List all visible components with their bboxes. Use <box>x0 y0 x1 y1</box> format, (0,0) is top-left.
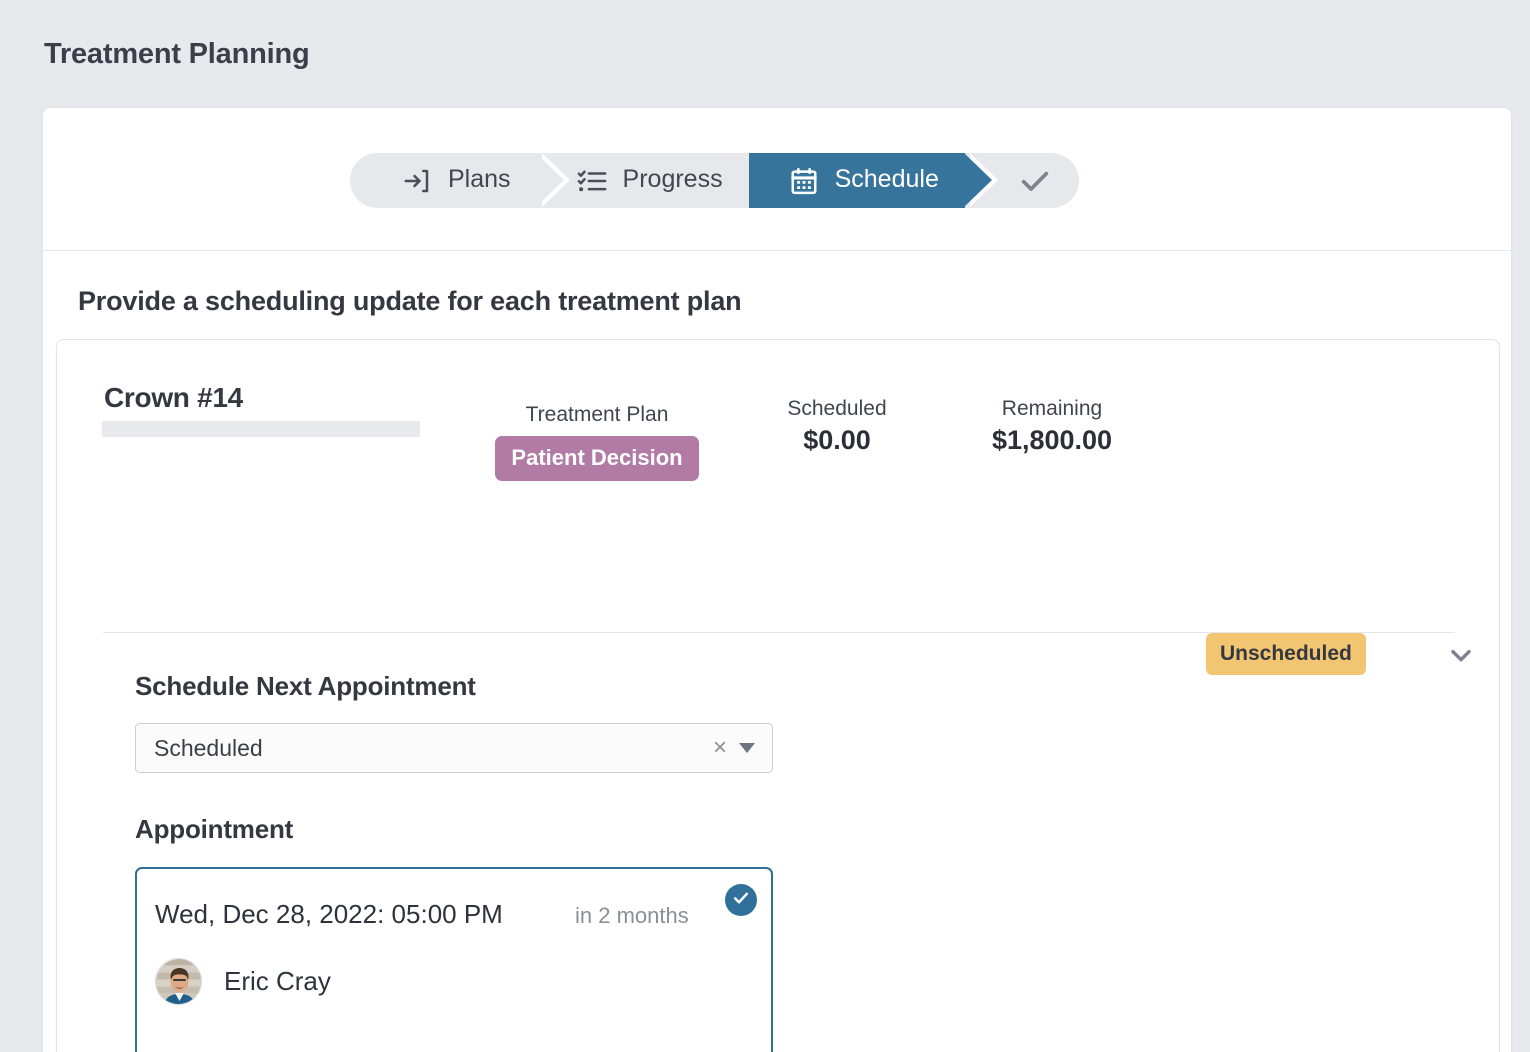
schedule-next-appointment-field: Schedule Next Appointment Scheduled × <box>135 671 773 773</box>
appointment-relative-time: in 2 months <box>575 903 689 928</box>
appointment-provider: Eric Cray <box>155 958 331 1005</box>
progress-stepper: Plans Progress Schedule <box>350 153 1079 208</box>
plan-header-row[interactable]: Crown #14 Treatment Plan Patient Decisio… <box>57 340 1499 525</box>
avatar <box>155 958 202 1005</box>
appointment-datetime: Wed, Dec 28, 2022: 05:00 PM <box>155 899 503 929</box>
plan-name: Crown #14 <box>104 382 243 413</box>
plan-name-placeholder-bar <box>102 421 420 437</box>
schedule-next-appointment-select[interactable]: Scheduled × <box>135 723 773 773</box>
remaining-metric: Remaining $1,800.00 <box>922 396 1182 458</box>
appointment-card[interactable]: Wed, Dec 28, 2022: 05:00 PM in 2 months <box>135 867 773 1052</box>
plan-divider <box>103 632 1455 633</box>
step-schedule[interactable]: Schedule <box>748 153 999 208</box>
check-icon <box>731 888 751 913</box>
step-schedule-label: Schedule <box>834 165 939 193</box>
treatment-plan-metric: Treatment Plan Patient Decision <box>472 402 722 482</box>
appointment-selected-badge[interactable] <box>725 884 757 916</box>
plan-collapse-toggle[interactable] <box>1439 640 1483 674</box>
treatment-planning-card: Plans Progress Schedule Provide a schedu… <box>42 107 1512 1052</box>
sign-in-arrow-icon <box>402 166 432 196</box>
schedule-next-appointment-label: Schedule Next Appointment <box>135 671 476 701</box>
calendar-icon <box>789 166 819 196</box>
treatment-plan-card: Crown #14 Treatment Plan Patient Decisio… <box>56 339 1500 1052</box>
remaining-label: Remaining <box>1001 397 1103 420</box>
remaining-value: $1,800.00 <box>991 425 1113 456</box>
appointment-field: Appointment Wed, Dec 28, 2022: 05:00 PM … <box>135 814 773 1052</box>
scheduled-metric: Scheduled $0.00 <box>747 396 927 458</box>
appointment-label: Appointment <box>135 814 294 844</box>
clear-selection-icon[interactable]: × <box>713 736 727 760</box>
chevron-down-icon[interactable] <box>739 743 755 753</box>
scheduled-label: Scheduled <box>787 397 887 420</box>
section-heading: Provide a scheduling update for each tre… <box>78 286 742 316</box>
schedule-next-appointment-value: Scheduled <box>154 734 263 761</box>
page-title: Treatment Planning <box>44 38 310 70</box>
stepper-area: Plans Progress Schedule <box>43 108 1511 251</box>
treatment-plan-label: Treatment Plan <box>525 403 669 426</box>
task-list-icon <box>577 166 607 196</box>
step-plans[interactable]: Plans <box>350 153 570 208</box>
step-progress-label: Progress <box>622 165 723 193</box>
treatment-planning-page: Treatment Planning Plans Progress Schedu… <box>0 0 1530 1052</box>
treatment-plan-badge: Patient Decision <box>495 436 699 482</box>
chevron-down-icon <box>1445 639 1477 676</box>
status-badge: Unscheduled <box>1206 633 1366 675</box>
check-icon <box>1018 164 1052 198</box>
step-plans-label: Plans <box>448 165 511 193</box>
provider-name: Eric Cray <box>224 966 331 996</box>
scheduled-value: $0.00 <box>803 425 871 456</box>
